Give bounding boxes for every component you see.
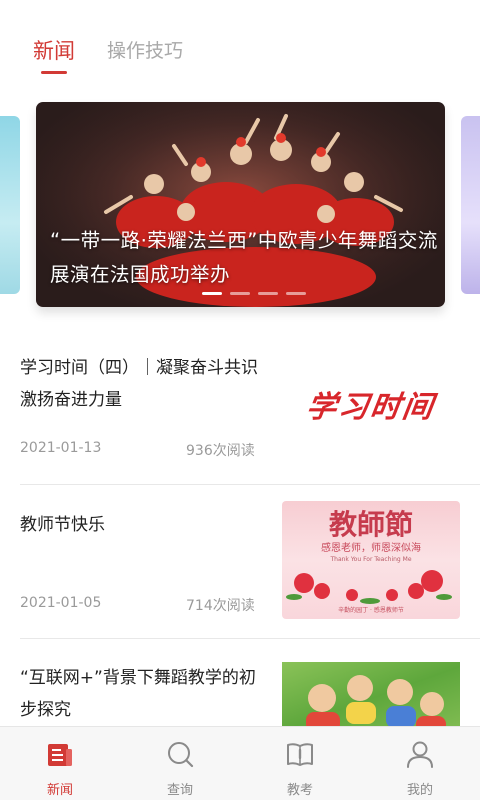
news-thumbnail: 教師節 感恩老师，师恩深似海 Thank You For Teaching Me…: [282, 501, 460, 619]
profile-icon: [407, 741, 433, 768]
nav-news[interactable]: 新闻: [12, 727, 108, 800]
search-icon: [168, 742, 194, 768]
news-title: 教师节快乐: [20, 515, 105, 535]
news-title: 学习时间（四）｜凝聚奋斗共识 激扬奋进力量: [20, 358, 258, 410]
tab-tips[interactable]: 操作技巧: [107, 36, 183, 63]
thumbnail-title: 教師節: [328, 508, 413, 541]
banner-card[interactable]: “一带一路·荣耀法兰西”中欧青少年舞蹈交流展演在法国成功举办: [36, 102, 445, 307]
news-date: 2021-01-05: [20, 595, 102, 611]
active-tab-indicator: [41, 71, 67, 74]
carousel-dot-1[interactable]: [202, 292, 222, 295]
news-icon: [48, 744, 72, 766]
thumbnail-calligraphy-text: 学习时间: [304, 390, 437, 425]
list-divider: [20, 638, 480, 639]
next-banner-card[interactable]: [461, 116, 480, 294]
flower-illustration: [286, 570, 452, 604]
list-divider: [20, 484, 480, 485]
previous-banner-card[interactable]: [0, 116, 20, 294]
nav-exam[interactable]: 教考: [252, 727, 348, 800]
bottom-navigation: 新闻 查询 教考 我的: [0, 726, 480, 800]
news-item[interactable]: 学习时间（四）｜凝聚奋斗共识 激扬奋进力量 2021-01-13 936次阅读 …: [0, 348, 480, 484]
banner-caption: “一带一路·荣耀法兰西”中欧青少年舞蹈交流展演在法国成功举办: [50, 229, 438, 286]
news-title: “互联网+”背景下舞蹈教学的初步探究: [20, 668, 256, 720]
news-read-count: 936次阅读: [186, 443, 255, 459]
news-thumbnail: [282, 662, 460, 726]
nav-exam-label: 教考: [286, 783, 313, 798]
news-item[interactable]: 教师节快乐 2021-01-05 714次阅读 教師節 感恩老师，师恩深似海 T…: [0, 501, 480, 635]
nav-news-label: 新闻: [46, 783, 73, 798]
carousel-dot-4[interactable]: [286, 292, 306, 295]
nav-search[interactable]: 查询: [132, 727, 228, 800]
news-item[interactable]: “互联网+”背景下舞蹈教学的初步探究: [0, 662, 480, 726]
carousel-dot-2[interactable]: [230, 292, 250, 295]
thumbnail-subtitle: 感恩老师，师恩深似海: [321, 543, 421, 554]
news-thumbnail: 学习时间: [282, 348, 460, 460]
carousel-dot-3[interactable]: [258, 292, 278, 295]
top-tab-bar: 新闻 操作技巧: [0, 0, 480, 90]
nav-profile-label: 我的: [406, 783, 433, 798]
thumbnail-footer-text: 辛勤的园丁 · 感恩教师节: [338, 607, 404, 614]
tab-news[interactable]: 新闻: [33, 35, 75, 65]
news-read-count: 714次阅读: [186, 598, 255, 614]
kids-photo: [306, 675, 446, 726]
news-date: 2021-01-13: [20, 440, 102, 456]
nav-profile[interactable]: 我的: [372, 727, 468, 800]
nav-search-label: 查询: [166, 783, 193, 798]
carousel-indicator: [202, 292, 312, 296]
banner-carousel[interactable]: “一带一路·荣耀法兰西”中欧青少年舞蹈交流展演在法国成功举办: [0, 100, 480, 320]
book-icon: [287, 743, 313, 766]
